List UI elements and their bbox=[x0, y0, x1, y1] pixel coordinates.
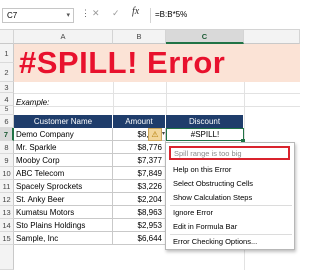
row-header-12[interactable]: 12 bbox=[0, 193, 14, 206]
menu-item-select-obstructing-cells[interactable]: Select Obstructing Cells bbox=[173, 179, 253, 188]
gridline bbox=[14, 106, 300, 107]
gridline bbox=[113, 82, 114, 115]
page-title: #SPILL! Error bbox=[19, 45, 226, 80]
chevron-down-icon[interactable]: ▾ bbox=[162, 128, 168, 141]
customer-name-cell[interactable]: St. Anky Beer bbox=[14, 193, 113, 206]
customer-name-cell[interactable]: Sample, Inc bbox=[14, 232, 113, 245]
customer-name-cell[interactable]: Mr. Sparkle bbox=[14, 141, 113, 154]
row-header-5[interactable]: 5 bbox=[0, 106, 14, 115]
row-header-6[interactable]: 6 bbox=[0, 115, 14, 128]
name-box-value: C7 bbox=[7, 11, 18, 20]
menu-item-help-on-error[interactable]: Help on this Error bbox=[173, 165, 231, 174]
more-options-icon[interactable]: ⋮ bbox=[81, 8, 91, 19]
column-header-a[interactable]: A bbox=[14, 30, 113, 44]
amount-cell[interactable]: $3,226 bbox=[113, 180, 166, 193]
row-header-10[interactable]: 10 bbox=[0, 167, 14, 180]
amount-cell[interactable]: $8,963 bbox=[113, 206, 166, 219]
select-all-corner[interactable] bbox=[0, 30, 14, 44]
column-header-b[interactable]: B bbox=[113, 30, 166, 44]
column-header-d[interactable] bbox=[244, 30, 300, 44]
menu-item-show-calculation-steps[interactable]: Show Calculation Steps bbox=[173, 193, 252, 202]
menu-item-spill-range-too-big: Spill range is too big bbox=[169, 146, 290, 160]
amount-cell[interactable]: $6,644 bbox=[113, 232, 166, 245]
example-label: Example: bbox=[16, 98, 50, 107]
column-header-c[interactable]: C bbox=[166, 30, 244, 44]
amount-cell[interactable]: $2,953 bbox=[113, 219, 166, 232]
row-header-3[interactable]: 3 bbox=[0, 82, 14, 93]
insert-function-icon[interactable]: fx bbox=[132, 6, 139, 17]
customer-name-cell[interactable]: Demo Company bbox=[14, 128, 113, 141]
customer-name-cell[interactable]: Spacely Sprockets bbox=[14, 180, 113, 193]
row-header-13[interactable]: 13 bbox=[0, 206, 14, 219]
menu-item-ignore-error[interactable]: Ignore Error bbox=[173, 208, 213, 217]
row-header-14[interactable]: 14 bbox=[0, 219, 14, 232]
row-header-8[interactable]: 8 bbox=[0, 141, 14, 154]
menu-separator bbox=[170, 234, 292, 235]
amount-cell[interactable]: $2,204 bbox=[113, 193, 166, 206]
customer-name-cell[interactable]: Sto Plains Holdings bbox=[14, 219, 113, 232]
table-header-discount[interactable]: Discount bbox=[166, 115, 244, 128]
row-header-16[interactable] bbox=[0, 245, 14, 270]
amount-cell[interactable]: $7,849 bbox=[113, 167, 166, 180]
row-header-11[interactable]: 11 bbox=[0, 180, 14, 193]
row-header-15[interactable]: 15 bbox=[0, 232, 14, 245]
enter-icon[interactable]: ✓ bbox=[112, 8, 120, 19]
customer-name-cell[interactable]: Mooby Corp bbox=[14, 154, 113, 167]
menu-item-edit-in-formula-bar[interactable]: Edit in Formula Bar bbox=[173, 222, 237, 231]
cancel-icon[interactable]: ✕ bbox=[92, 8, 100, 19]
gridline bbox=[14, 93, 300, 94]
row-header-4[interactable]: 4 bbox=[0, 93, 14, 106]
table-header-customer-name[interactable]: Customer Name bbox=[14, 115, 113, 128]
menu-item-error-checking-options[interactable]: Error Checking Options... bbox=[173, 237, 257, 246]
chevron-down-icon[interactable]: ▾ bbox=[66, 11, 70, 19]
customer-name-cell[interactable]: Kumatsu Motors bbox=[14, 206, 113, 219]
active-cell-c7[interactable]: #SPILL! bbox=[166, 128, 244, 141]
customer-name-cell[interactable]: ABC Telecom bbox=[14, 167, 113, 180]
row-header-2[interactable]: 2 bbox=[0, 63, 14, 82]
row-header-7[interactable]: 7 bbox=[0, 128, 14, 141]
warning-icon[interactable]: ⚠ bbox=[148, 128, 162, 141]
row-header-9[interactable]: 9 bbox=[0, 154, 14, 167]
menu-separator bbox=[170, 205, 292, 206]
amount-cell[interactable]: $7,377 bbox=[113, 154, 166, 167]
gridline bbox=[166, 82, 167, 115]
error-context-menu: Spill range is too big Help on this Erro… bbox=[165, 142, 295, 250]
amount-cell[interactable]: $8,776 bbox=[113, 141, 166, 154]
row-header-1[interactable]: 1 bbox=[0, 44, 14, 63]
name-box[interactable]: C7 ▾ bbox=[2, 8, 74, 23]
formula-bar: C7 ▾ ⋮ ✕ ✓ fx =B:B*5% bbox=[0, 0, 300, 30]
table-header-amount[interactable]: Amount bbox=[113, 115, 166, 128]
formula-input[interactable]: =B:B*5% bbox=[150, 8, 298, 23]
